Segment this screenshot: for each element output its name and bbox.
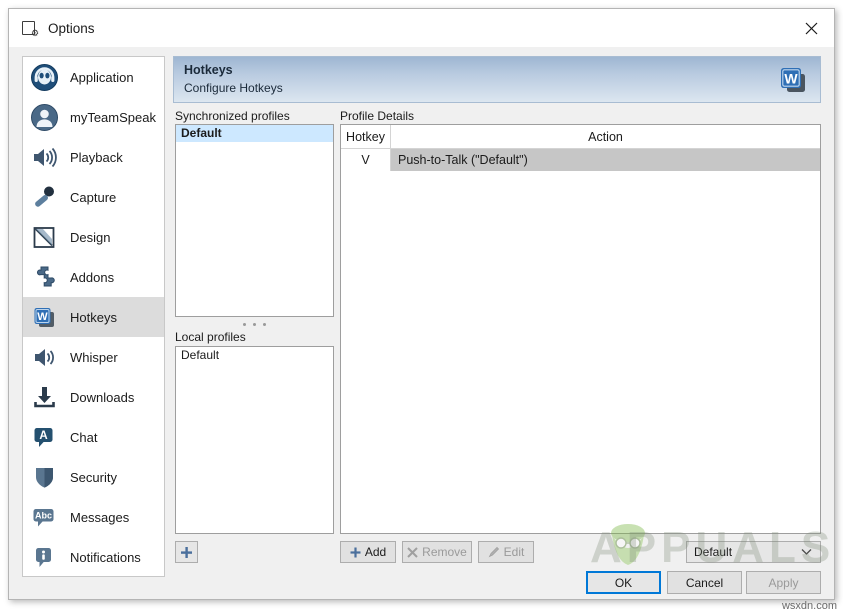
- button-label: Add: [365, 545, 386, 559]
- settings-content: Hotkeys Configure Hotkeys W Synchronized…: [173, 56, 821, 590]
- sidebar-item-label: Capture: [70, 190, 116, 205]
- synchronized-profiles-list[interactable]: Default: [175, 124, 334, 317]
- sidebar-item-label: Hotkeys: [70, 310, 117, 325]
- sidebar-item-label: Security: [70, 470, 117, 485]
- cell-hotkey: V: [341, 149, 391, 171]
- sidebar-item-design[interactable]: Design: [23, 217, 164, 257]
- hotkeys-table: Hotkey Action V Push-to-Talk ("Default"): [340, 124, 821, 534]
- sidebar-item-application[interactable]: Application: [23, 57, 164, 97]
- profile-details-label: Profile Details: [340, 109, 414, 123]
- chevron-down-icon: [801, 548, 820, 556]
- synchronized-profiles-label: Synchronized profiles: [175, 109, 290, 123]
- sidebar-item-label: myTeamSpeak: [70, 110, 156, 125]
- pencil-icon: [488, 546, 500, 558]
- sidebar-item-label: Notifications: [70, 550, 141, 565]
- options-gear-icon: ⚙: [22, 20, 39, 37]
- sidebar-item-downloads[interactable]: Downloads: [23, 377, 164, 417]
- cancel-button[interactable]: Cancel: [667, 571, 742, 594]
- column-header-hotkey[interactable]: Hotkey: [341, 125, 391, 148]
- puzzle-piece-icon: [30, 263, 59, 292]
- sidebar-item-label: Messages: [70, 510, 129, 525]
- button-label: Edit: [504, 545, 525, 559]
- page-title: Hotkeys: [184, 63, 233, 77]
- button-label: Remove: [422, 545, 467, 559]
- sidebar-item-label: Playback: [70, 150, 123, 165]
- profile-select[interactable]: Default: [686, 541, 821, 563]
- splitter-dot: [243, 323, 246, 326]
- options-dialog: ⚙ Options: [8, 8, 835, 600]
- button-label: OK: [615, 576, 632, 590]
- column-header-action[interactable]: Action: [391, 125, 820, 148]
- page-subtitle: Configure Hotkeys: [184, 81, 283, 95]
- info-bubble-icon: [30, 543, 59, 572]
- local-profiles-list[interactable]: Default: [175, 346, 334, 534]
- sidebar-item-label: Application: [70, 70, 134, 85]
- button-label: Cancel: [686, 576, 723, 590]
- page-header: Hotkeys Configure Hotkeys W: [173, 56, 821, 103]
- table-header-row: Hotkey Action: [341, 125, 820, 149]
- sidebar-item-capture[interactable]: Capture: [23, 177, 164, 217]
- sidebar-item-security[interactable]: Security: [23, 457, 164, 497]
- keyboard-key-w-icon: W: [776, 63, 810, 97]
- sidebar-item-notifications[interactable]: Notifications: [23, 537, 164, 577]
- shield-icon: [30, 463, 59, 492]
- sidebar-item-whisper[interactable]: Whisper: [23, 337, 164, 377]
- speaker-icon: [30, 143, 59, 172]
- title-bar: ⚙ Options: [9, 9, 834, 47]
- window-title: Options: [48, 21, 95, 36]
- settings-sidebar: Application myTeamSpeak: [22, 56, 165, 577]
- sidebar-item-label: Design: [70, 230, 110, 245]
- pencil-canvas-icon: [30, 223, 59, 252]
- list-item[interactable]: Default: [176, 125, 333, 142]
- user-account-icon: [30, 103, 59, 132]
- table-row[interactable]: V Push-to-Talk ("Default"): [341, 149, 820, 171]
- sidebar-item-playback[interactable]: Playback: [23, 137, 164, 177]
- remove-hotkey-button[interactable]: Remove: [402, 541, 472, 563]
- download-arrow-icon: [30, 383, 59, 412]
- close-icon[interactable]: [788, 9, 834, 47]
- svg-text:Abc: Abc: [35, 510, 52, 520]
- add-local-profile-button[interactable]: [175, 541, 198, 563]
- plus-icon: [350, 547, 361, 558]
- whisper-speaker-icon: [30, 343, 59, 372]
- splitter-dot: [263, 323, 266, 326]
- svg-text:W: W: [37, 311, 48, 323]
- microphone-icon: [30, 183, 59, 212]
- teamspeak-headset-icon: [30, 63, 59, 92]
- chat-bubble-a-icon: A: [30, 423, 59, 452]
- svg-text:W: W: [784, 71, 798, 87]
- sidebar-item-label: Downloads: [70, 390, 134, 405]
- edit-hotkey-button[interactable]: Edit: [478, 541, 534, 563]
- keyboard-key-w-icon: W: [30, 303, 59, 332]
- list-item[interactable]: Default: [176, 347, 333, 364]
- plus-icon: [180, 546, 193, 559]
- sidebar-item-hotkeys[interactable]: W Hotkeys: [23, 297, 164, 337]
- sidebar-item-messages[interactable]: Abc Messages: [23, 497, 164, 537]
- local-profiles-label: Local profiles: [175, 330, 246, 344]
- sidebar-item-label: Whisper: [70, 350, 118, 365]
- cell-action: Push-to-Talk ("Default"): [391, 149, 820, 171]
- sidebar-item-myteamspeak[interactable]: myTeamSpeak: [23, 97, 164, 137]
- sidebar-item-label: Addons: [70, 270, 114, 285]
- splitter-dot: [253, 323, 256, 326]
- sidebar-item-label: Chat: [70, 430, 97, 445]
- button-label: Apply: [768, 576, 798, 590]
- profile-select-value: Default: [687, 545, 801, 559]
- messages-abc-icon: Abc: [30, 503, 59, 532]
- svg-text:A: A: [39, 430, 47, 442]
- dialog-body: Application myTeamSpeak: [9, 47, 834, 599]
- site-tag: wsxdn.com: [782, 600, 837, 612]
- sidebar-item-addons[interactable]: Addons: [23, 257, 164, 297]
- sidebar-item-chat[interactable]: A Chat: [23, 417, 164, 457]
- cross-icon: [407, 547, 418, 558]
- add-hotkey-button[interactable]: Add: [340, 541, 396, 563]
- apply-button[interactable]: Apply: [746, 571, 821, 594]
- ok-button[interactable]: OK: [586, 571, 661, 594]
